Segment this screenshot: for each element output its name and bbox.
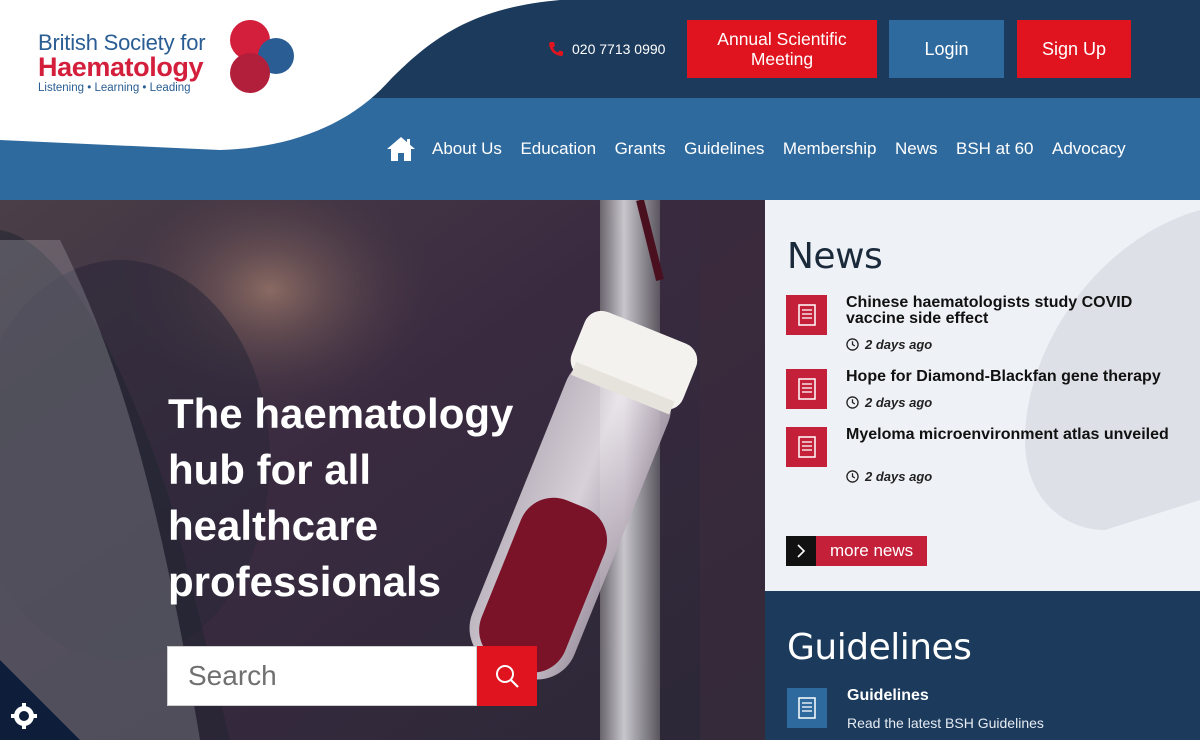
clock-icon xyxy=(846,338,859,351)
home-icon[interactable] xyxy=(386,136,416,162)
nav-education[interactable]: Education xyxy=(520,139,596,159)
nav-bsh-at-60[interactable]: BSH at 60 xyxy=(956,139,1034,159)
search-input[interactable] xyxy=(167,646,477,706)
search-button[interactable] xyxy=(477,646,537,706)
clock-icon xyxy=(846,470,859,483)
nav-grants[interactable]: Grants xyxy=(615,139,666,159)
nav-about-us[interactable]: About Us xyxy=(432,139,502,159)
nav-advocacy[interactable]: Advocacy xyxy=(1052,139,1126,159)
login-button[interactable]: Login xyxy=(889,20,1004,78)
news-item-date: 2 days ago xyxy=(846,395,932,410)
news-item-date-text: 2 days ago xyxy=(865,395,933,410)
news-heading: News xyxy=(787,236,883,277)
bsh-logo[interactable]: British Society for Haematology Listenin… xyxy=(38,18,308,100)
phone-text: 020 7713 0990 xyxy=(572,41,666,57)
news-item-date: 2 days ago xyxy=(846,469,932,484)
phone-number[interactable]: 020 7713 0990 xyxy=(548,40,665,58)
search-box xyxy=(167,646,537,706)
document-icon xyxy=(797,436,816,458)
document-icon xyxy=(798,697,816,719)
site-header: British Society for Haematology Listenin… xyxy=(0,0,1200,200)
annual-meeting-button[interactable]: Annual Scientific Meeting xyxy=(687,20,877,78)
clock-icon xyxy=(846,396,859,409)
guidelines-item-icon-button[interactable] xyxy=(787,688,827,728)
search-icon xyxy=(496,665,519,688)
news-item-icon-button[interactable] xyxy=(786,369,827,409)
guidelines-item-description: Read the latest BSH Guidelines xyxy=(847,715,1044,731)
logo-circles-icon xyxy=(230,20,294,93)
signup-button[interactable]: Sign Up xyxy=(1017,20,1131,78)
news-item-icon-button[interactable] xyxy=(786,427,827,467)
more-news-button[interactable]: more news xyxy=(786,536,928,566)
nav-news[interactable]: News xyxy=(895,139,938,159)
hero-banner: The haematology hub for all healthcare p… xyxy=(0,200,765,740)
guidelines-heading: Guidelines xyxy=(787,627,972,668)
news-item-date: 2 days ago xyxy=(846,337,932,352)
news-item-date-text: 2 days ago xyxy=(865,337,933,352)
cookie-settings-button[interactable] xyxy=(0,660,80,740)
news-item-icon-button[interactable] xyxy=(786,295,827,335)
phone-icon xyxy=(549,42,563,56)
hero-title: The haematology hub for all healthcare p… xyxy=(168,390,514,605)
main-nav: About Us Education Grants Guidelines Mem… xyxy=(386,134,1144,164)
document-icon xyxy=(797,304,816,326)
nav-guidelines[interactable]: Guidelines xyxy=(684,139,764,159)
news-item-title[interactable]: Chinese haematologists study COVID vacci… xyxy=(846,295,1191,327)
news-panel: News Chinese haematologists study COVID … xyxy=(765,200,1200,591)
guidelines-item-title[interactable]: Guidelines xyxy=(847,687,929,705)
news-item-date-text: 2 days ago xyxy=(865,469,933,484)
news-item-title[interactable]: Hope for Diamond-Blackfan gene therapy xyxy=(846,369,1191,385)
logo-tagline: Listening • Learning • Leading xyxy=(38,82,191,94)
chevron-right-icon xyxy=(797,544,806,558)
document-icon xyxy=(797,378,816,400)
more-news-label: more news xyxy=(816,536,928,566)
more-news-arrow xyxy=(786,536,816,566)
guidelines-panel: Guidelines Guidelines Read the latest BS… xyxy=(765,591,1200,740)
news-item-title[interactable]: Myeloma microenvironment atlas unveiled xyxy=(846,427,1191,443)
nav-membership[interactable]: Membership xyxy=(783,139,877,159)
logo-line2: Haematology xyxy=(38,52,204,82)
